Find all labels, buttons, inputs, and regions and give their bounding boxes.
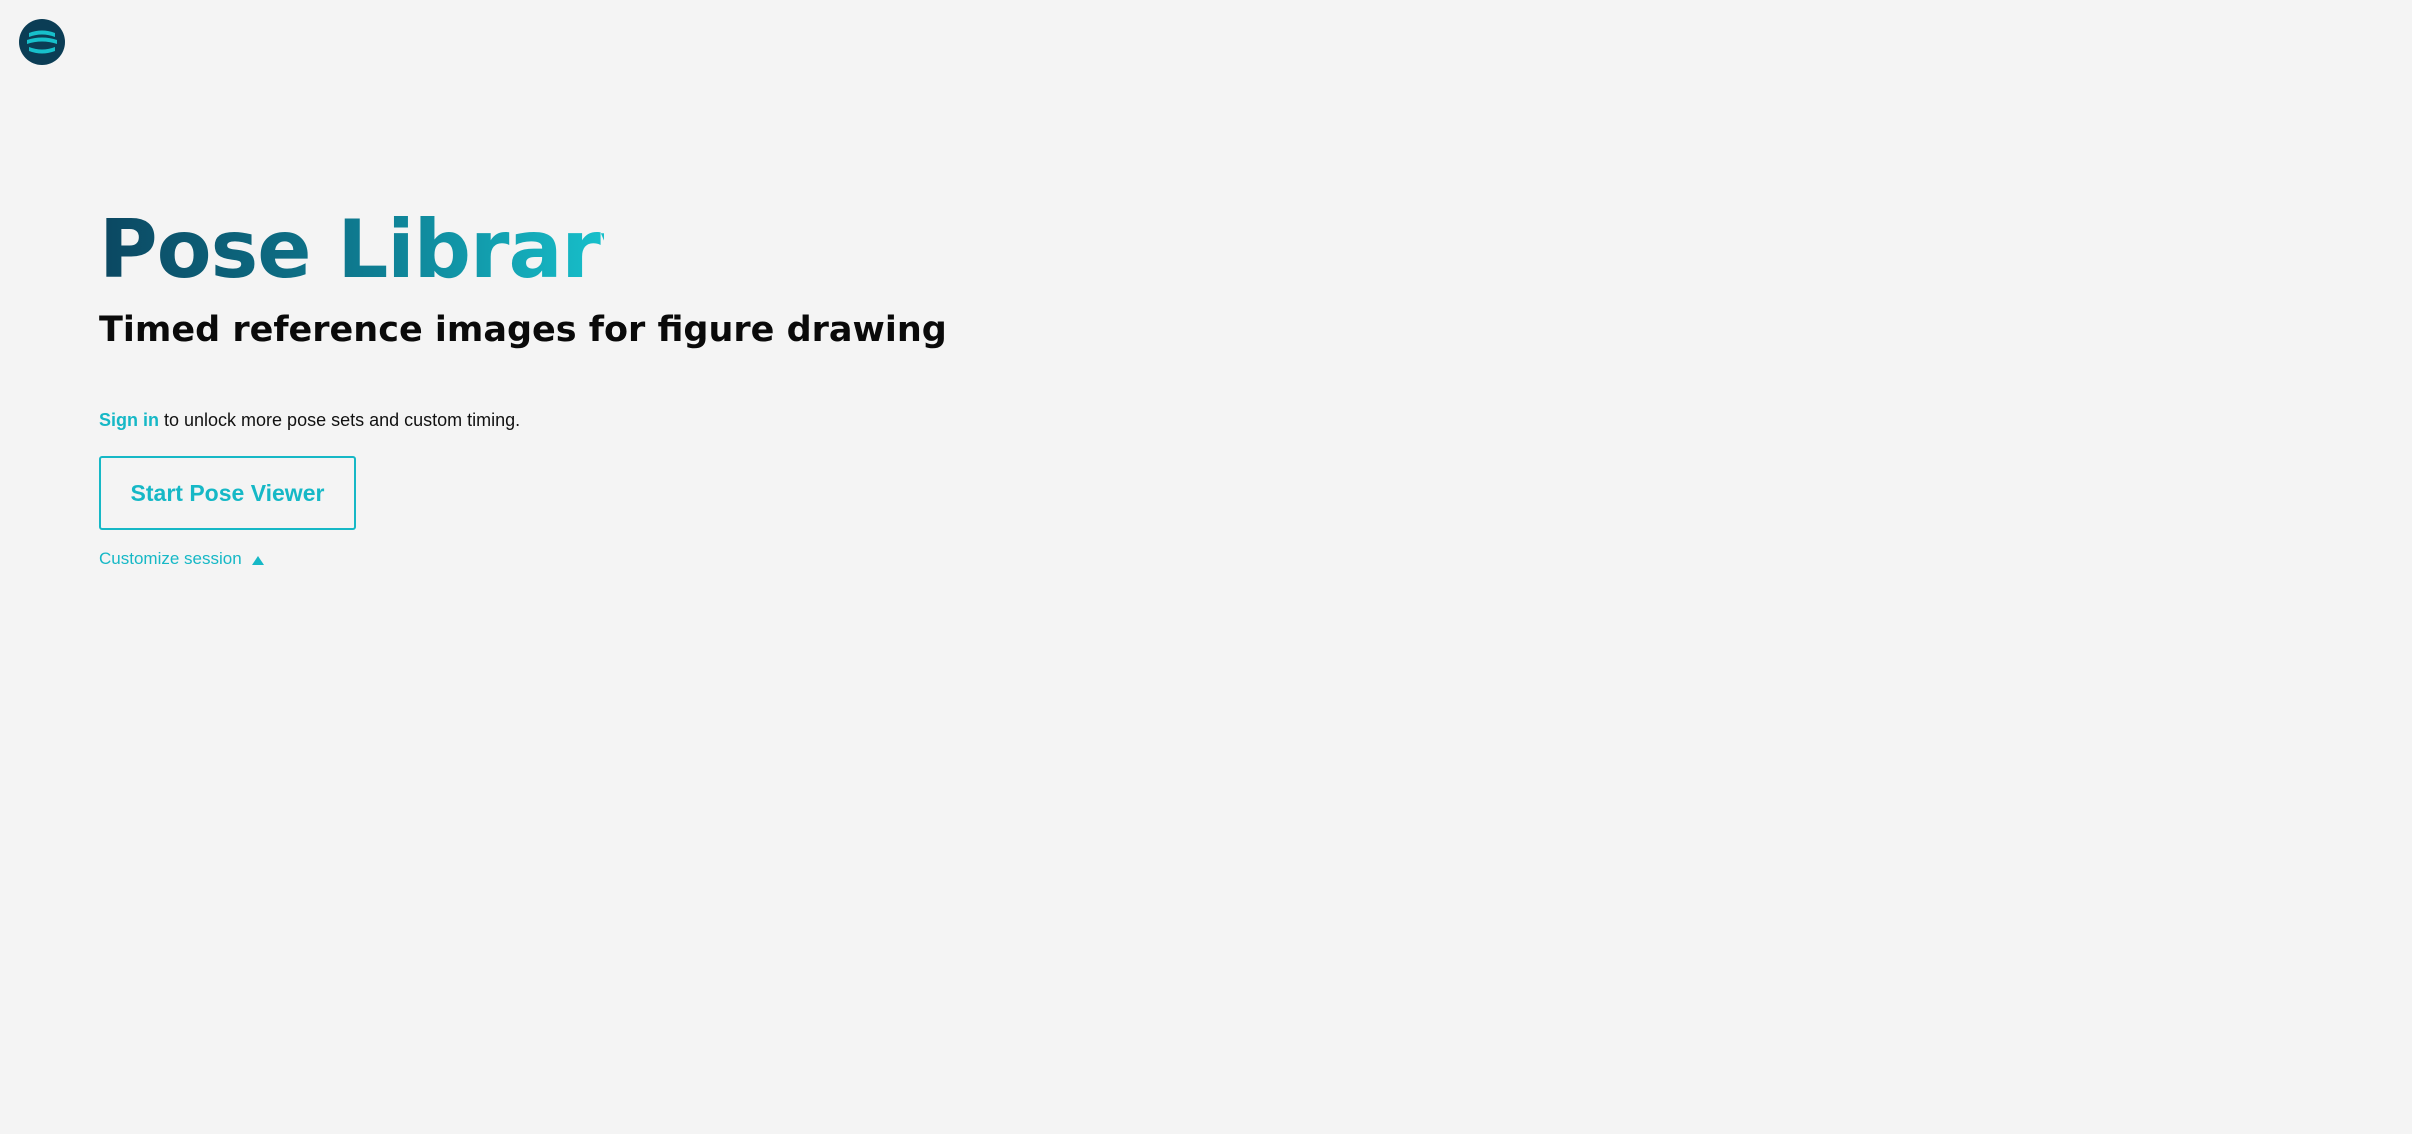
caret-up-icon: [251, 555, 264, 565]
signin-prompt-text: to unlock more pose sets and custom timi…: [159, 410, 521, 430]
page-title: Pose Library: [99, 200, 652, 300]
customize-session-label: Customize session: [99, 549, 242, 568]
signin-prompt: Sign in to unlock more pose sets and cus…: [99, 408, 947, 432]
page-subtitle: Timed reference images for figure drawin…: [99, 310, 947, 350]
signin-link[interactable]: Sign in: [99, 410, 159, 430]
app-logo-icon[interactable]: [19, 19, 65, 65]
start-pose-viewer-button[interactable]: Start Pose Viewer: [99, 456, 356, 530]
hero-section: Pose Library Timed reference images for …: [99, 200, 947, 570]
customize-session-toggle[interactable]: Customize session: [99, 548, 947, 570]
